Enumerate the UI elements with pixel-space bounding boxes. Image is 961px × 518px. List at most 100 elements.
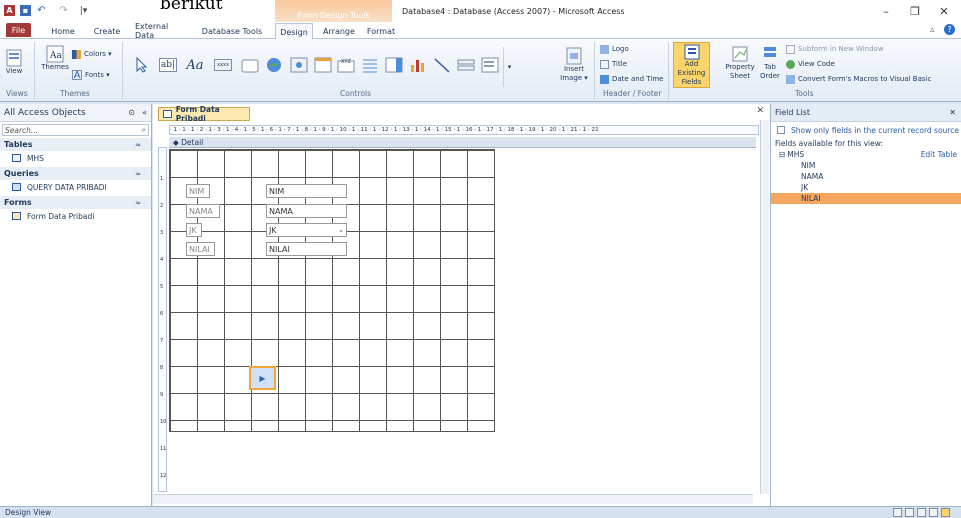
window-title: Database4 : Database (Access 2007) - Mic… <box>402 7 625 16</box>
datasheet-view-icon[interactable] <box>905 508 914 517</box>
tab-control-icon <box>241 59 258 73</box>
customize-qat-icon[interactable]: |▾ <box>78 5 89 16</box>
tab-home[interactable]: Home <box>48 23 78 39</box>
nav-item-form-data-pribadi[interactable]: Form Data Pribadi <box>0 209 151 223</box>
label-tool[interactable]: Aa <box>183 53 207 77</box>
collapse-ribbon-icon[interactable]: ▵ <box>930 25 935 35</box>
tab-design[interactable]: Design <box>275 23 313 40</box>
label-jk[interactable]: JK <box>186 223 202 237</box>
layout-view-icon[interactable] <box>917 508 926 517</box>
select-pointer-tool[interactable] <box>131 53 152 77</box>
vertical-ruler[interactable]: 1 2 3 4 5 6 7 8 9 10 11 12 <box>158 147 167 492</box>
option-group-tool[interactable]: XYZ <box>335 53 356 77</box>
colors-button[interactable]: Colors ▾ <box>72 50 112 59</box>
tab-file[interactable]: File <box>6 23 31 37</box>
calendar-icon <box>600 75 609 84</box>
collapse-table-icon[interactable]: ⊟ <box>779 150 785 159</box>
play-icon: ▶ <box>259 373 266 383</box>
command-button[interactable]: ▶ <box>249 366 276 390</box>
label-nilai[interactable]: NILAI <box>186 242 215 256</box>
toggle-button-tool[interactable] <box>455 53 476 77</box>
textbox-nim[interactable]: NIM <box>266 184 347 198</box>
access-app-icon[interactable]: A <box>4 5 15 16</box>
form-view-icon[interactable] <box>893 508 902 517</box>
close-document-icon[interactable]: ✕ <box>756 106 764 116</box>
field-table-mhs[interactable]: ⊟ MHS Edit Table <box>771 149 961 160</box>
document-tab-form-data-pribadi[interactable]: Form Data Pribadi <box>158 105 250 123</box>
page-break-tool[interactable] <box>359 53 380 77</box>
edit-table-link[interactable]: Edit Table <box>921 150 957 159</box>
tab-format[interactable]: Format <box>364 23 398 39</box>
textbox-nama[interactable]: NAMA <box>266 204 347 218</box>
button-tool[interactable]: xxxx <box>210 53 236 77</box>
label-nama[interactable]: NAMA <box>186 204 220 218</box>
nav-item-mhs[interactable]: MHS <box>0 151 151 165</box>
design-view-active-icon[interactable] <box>941 508 950 517</box>
chart-tool[interactable] <box>407 53 428 77</box>
view-button[interactable]: View <box>4 49 24 76</box>
nav-group-forms[interactable]: Forms ≈ <box>0 196 151 209</box>
field-nim[interactable]: NIM <box>771 160 961 171</box>
label-nim[interactable]: NIM <box>186 184 210 198</box>
property-sheet-button[interactable]: Property Sheet <box>723 45 757 81</box>
nav-group-tables[interactable]: Tables ≈ <box>0 138 151 151</box>
view-code-button[interactable]: View Code <box>786 60 835 69</box>
undo-icon[interactable]: ↶ <box>36 5 47 16</box>
navigation-search-input[interactable]: Search... ⌕ <box>2 124 149 136</box>
line-tool[interactable] <box>431 53 452 77</box>
tab-external-data[interactable]: External Data <box>135 22 189 40</box>
navigation-pane-header[interactable]: All Access Objects ⊙ « <box>0 104 151 122</box>
tab-create[interactable]: Create <box>90 23 124 39</box>
logo-button[interactable]: Logo <box>600 45 629 54</box>
tab-database-tools[interactable]: Database Tools <box>200 23 264 39</box>
tab-arrange[interactable]: Arrange <box>320 23 358 39</box>
controls-gallery-more[interactable]: ▾ <box>503 47 515 87</box>
vertical-scrollbar[interactable] <box>760 120 769 494</box>
field-nilai[interactable]: NILAI <box>771 193 961 204</box>
subform-new-window-button[interactable]: Subform in New Window <box>786 45 884 54</box>
group-separator <box>594 42 595 100</box>
themes-button[interactable]: Aa Themes <box>40 45 70 72</box>
redo-icon[interactable]: ↷ <box>58 5 69 16</box>
design-view-icon[interactable] <box>929 508 938 517</box>
show-only-label: Show only fields in the current record s… <box>791 125 959 135</box>
web-browser-tool[interactable] <box>288 53 309 77</box>
field-nama[interactable]: NAMA <box>771 171 961 182</box>
tab-order-button[interactable]: Tab Order <box>758 45 782 81</box>
chevron-down-icon[interactable]: ⌄ <box>338 226 344 234</box>
add-existing-fields-button[interactable]: Add Existing Fields <box>673 42 710 88</box>
shutter-bar-icon[interactable]: « <box>142 108 147 117</box>
vruler-tick: 3 <box>160 230 164 236</box>
pane-menu-icon[interactable]: ⊙ <box>128 108 135 117</box>
tab-control-tool[interactable] <box>239 53 260 77</box>
nav-item-label: MHS <box>27 153 44 163</box>
convert-macros-button[interactable]: Convert Form's Macros to Visual Basic <box>786 75 931 84</box>
help-icon[interactable]: ? <box>944 24 955 35</box>
detail-section-bar[interactable]: ◆ Detail <box>169 137 756 148</box>
minimize-button[interactable]: – <box>874 3 898 19</box>
vruler-tick: 12 <box>160 473 167 479</box>
textbox-nilai[interactable]: NILAI <box>266 242 347 256</box>
close-window-button[interactable]: ✕ <box>932 3 956 19</box>
search-icon[interactable]: ⌕ <box>142 125 146 135</box>
hyperlink-tool[interactable] <box>263 53 284 77</box>
field-jk[interactable]: JK <box>771 182 961 193</box>
horizontal-scrollbar[interactable] <box>153 494 753 504</box>
navigation-control-tool[interactable] <box>312 53 333 77</box>
textbox-tool[interactable]: ab| <box>156 53 180 77</box>
title-button[interactable]: Title <box>600 60 627 69</box>
save-icon[interactable]: ▪ <box>20 5 31 16</box>
combobox-jk[interactable]: JK ⌄ <box>266 223 347 237</box>
fonts-button[interactable]: A Fonts ▾ <box>72 70 110 80</box>
insert-image-button[interactable]: Insert Image ▾ <box>560 47 588 83</box>
restore-button[interactable]: ❐ <box>903 3 927 19</box>
design-grid[interactable]: NIM NIM NAMA NAMA JK JK ⌄ NILAI NILAI <box>169 149 495 432</box>
nav-item-query-data-pribadi[interactable]: QUERY DATA PRIBADI <box>0 180 151 194</box>
show-only-current-link[interactable]: Show only fields in the current record s… <box>771 122 961 138</box>
horizontal-ruler[interactable]: · 1 · 1 · 1 · 2 · 1 · 3 · 1 · 4 · 1 · 5 … <box>169 125 759 135</box>
list-box-tool[interactable] <box>479 53 500 77</box>
combo-box-tool[interactable] <box>383 53 404 77</box>
close-field-list-icon[interactable]: ✕ <box>949 108 956 117</box>
date-time-button[interactable]: Date and Time <box>600 75 663 84</box>
nav-group-queries[interactable]: Queries ≈ <box>0 167 151 180</box>
